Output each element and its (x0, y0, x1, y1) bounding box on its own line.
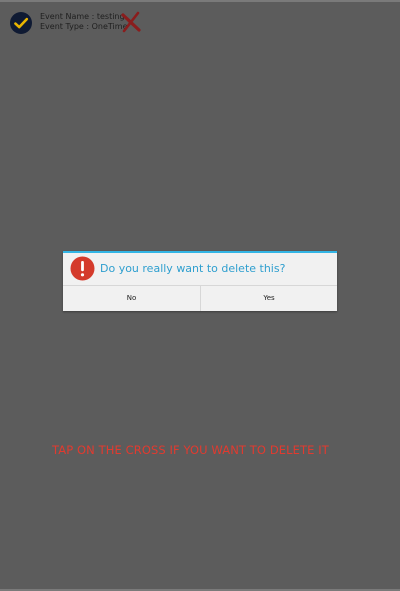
event-details: Event Name : testing Event Type : OneTim… (40, 12, 128, 32)
check-circle-icon (10, 12, 32, 34)
yes-button[interactable]: Yes (201, 286, 337, 311)
screen: Event Name : testing Event Type : OneTim… (0, 0, 400, 591)
no-button[interactable]: No (63, 286, 200, 311)
dialog-header: Do you really want to delete this? (63, 253, 337, 286)
delete-confirmation-dialog: Do you really want to delete this? No Ye… (63, 251, 337, 311)
cross-icon[interactable] (121, 11, 141, 33)
delete-hint-text: TAP ON THE CROSS IF YOU WANT TO DELETE I… (52, 443, 329, 457)
top-divider (0, 0, 400, 2)
dialog-title: Do you really want to delete this? (100, 262, 286, 275)
event-name: Event Name : testing (40, 12, 125, 21)
alert-icon (70, 256, 95, 281)
event-type: Event Type : OneTime (40, 22, 128, 31)
event-list-item: Event Name : testing Event Type : OneTim… (10, 10, 150, 36)
